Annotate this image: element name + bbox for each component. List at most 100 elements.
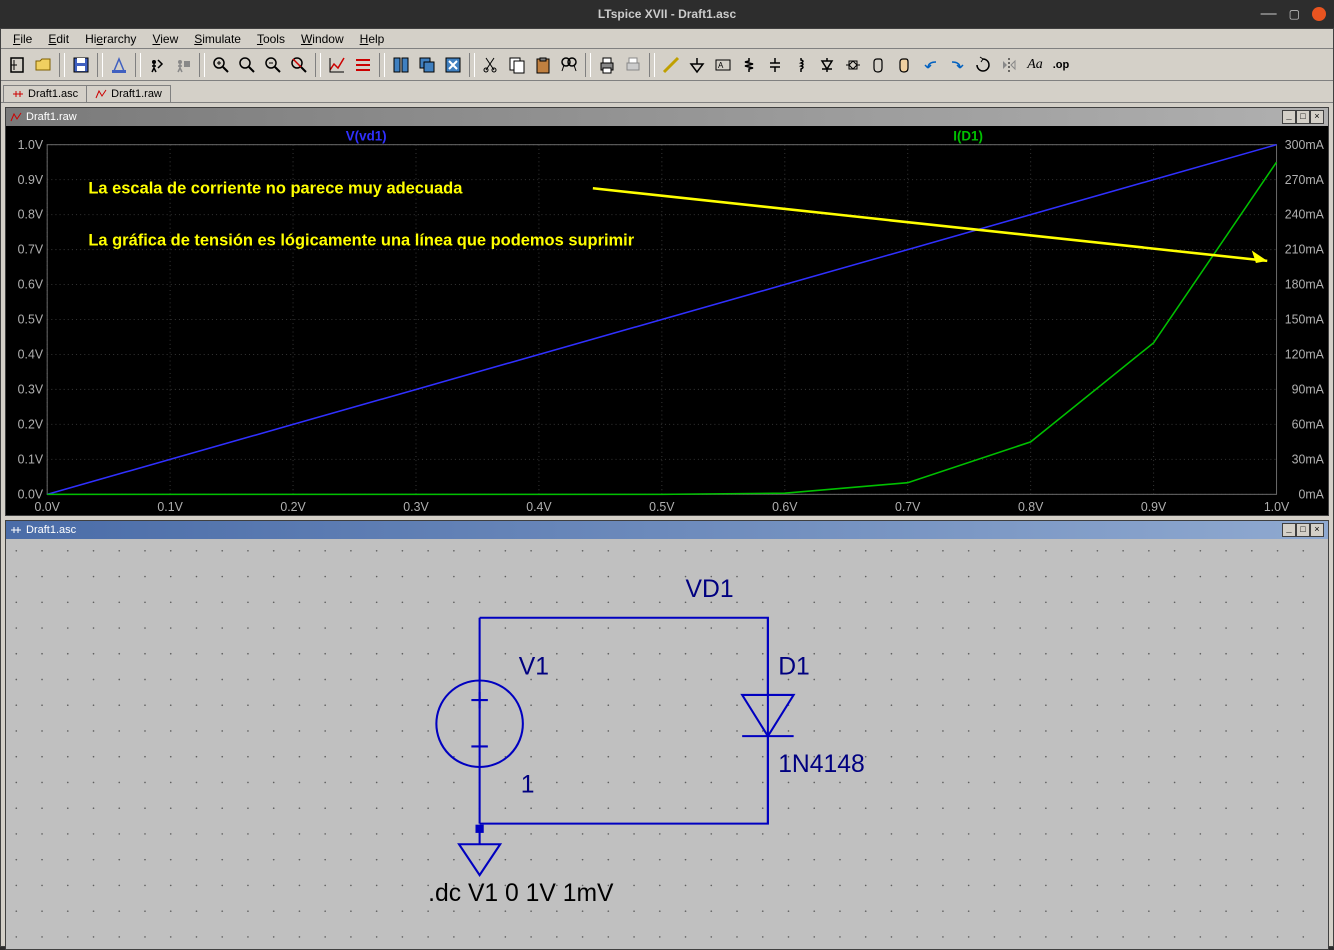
halt-button[interactable] [171, 53, 195, 77]
menu-edit[interactable]: Edit [40, 30, 77, 48]
pane-maximize-button[interactable]: □ [1296, 110, 1310, 124]
new-schematic-button[interactable] [5, 53, 29, 77]
find-button[interactable] [557, 53, 581, 77]
schematic-pane: Draft1.asc _ □ × VD1V11D11N4148.dc V1 0 … [5, 520, 1329, 950]
tab-draft1-raw[interactable]: Draft1.raw [86, 85, 171, 102]
schematic-icon [12, 88, 24, 100]
close-windows-button[interactable] [441, 53, 465, 77]
drag-button[interactable] [893, 53, 917, 77]
svg-text:240mA: 240mA [1285, 208, 1325, 222]
pick-visible-traces-button[interactable] [351, 53, 375, 77]
svg-text:D1: D1 [778, 653, 810, 680]
svg-text:0.0V: 0.0V [18, 487, 44, 501]
svg-text:90mA: 90mA [1292, 383, 1325, 397]
maximize-icon[interactable]: ▢ [1289, 7, 1300, 21]
svg-text:1: 1 [521, 772, 535, 799]
zoom-out-button[interactable] [261, 53, 285, 77]
tile-windows-button[interactable] [389, 53, 413, 77]
close-button[interactable] [1312, 7, 1326, 21]
svg-text:270mA: 270mA [1285, 173, 1325, 187]
print-button[interactable] [595, 53, 619, 77]
cut-button[interactable] [479, 53, 503, 77]
schematic-pane-titlebar[interactable]: Draft1.asc _ □ × [6, 521, 1328, 539]
zoom-in-button[interactable] [209, 53, 233, 77]
svg-text:La gráfica de tensión es lógic: La gráfica de tensión es lógicamente una… [88, 230, 634, 249]
svg-text:1.0V: 1.0V [1264, 500, 1290, 514]
label-net-button[interactable]: A [711, 53, 735, 77]
cascade-windows-button[interactable] [415, 53, 439, 77]
svg-text:A: A [718, 61, 724, 70]
menu-simulate[interactable]: Simulate [186, 30, 249, 48]
svg-text:0.9V: 0.9V [18, 173, 44, 187]
svg-text:La escala de corriente no par: La escala de corriente no parece muy ade… [88, 178, 463, 197]
plot-area[interactable]: 0.0V 0.1V 0.2V 0.3V 0.4V 0.5V 0.6V 0.7V 0.8V 0.9V… [6, 126, 1328, 515]
rotate-button[interactable] [971, 53, 995, 77]
control-panel-button[interactable] [107, 53, 131, 77]
menu-help[interactable]: Help [352, 30, 393, 48]
svg-text:0.6V: 0.6V [772, 500, 798, 514]
schematic-area[interactable]: VD1V11D11N4148.dc V1 0 1V 1mV [6, 539, 1328, 949]
pane-minimize-button[interactable]: _ [1282, 523, 1296, 537]
plot-pane-titlebar[interactable]: Draft1.raw _ □ × [6, 108, 1328, 126]
svg-text:0.0V: 0.0V [34, 500, 60, 514]
tab-draft1-asc[interactable]: Draft1.asc [3, 85, 87, 102]
svg-text:0.7V: 0.7V [18, 243, 44, 257]
svg-text:120mA: 120mA [1285, 348, 1325, 362]
print-setup-button[interactable] [621, 53, 645, 77]
waveform-icon [95, 88, 107, 100]
menubar: File Edit Hierarchy View Simulate Tools … [1, 29, 1333, 49]
place-diode-button[interactable] [815, 53, 839, 77]
svg-text:0.4V: 0.4V [18, 348, 44, 362]
svg-text:0.1V: 0.1V [18, 452, 44, 466]
svg-text:1N4148: 1N4148 [778, 751, 865, 778]
svg-text:0.8V: 0.8V [18, 208, 44, 222]
waveform-icon [10, 111, 22, 123]
window-title: LTspice XVII - Draft1.asc [598, 7, 736, 21]
redo-button[interactable] [945, 53, 969, 77]
draw-wire-button[interactable] [659, 53, 683, 77]
menu-hierarchy[interactable]: Hierarchy [77, 30, 144, 48]
mirror-button[interactable] [997, 53, 1021, 77]
svg-text:0.5V: 0.5V [649, 500, 675, 514]
schematic-pane-title: Draft1.asc [26, 524, 76, 536]
place-inductor-button[interactable] [789, 53, 813, 77]
svg-text:0.7V: 0.7V [895, 500, 921, 514]
zoom-fit-button[interactable] [287, 53, 311, 77]
pane-maximize-button[interactable]: □ [1296, 523, 1310, 537]
svg-text:0.6V: 0.6V [18, 278, 44, 292]
svg-text:0.9V: 0.9V [1141, 500, 1167, 514]
save-button[interactable] [69, 53, 93, 77]
svg-text:0.3V: 0.3V [403, 500, 429, 514]
pane-minimize-button[interactable]: _ [1282, 110, 1296, 124]
place-ground-button[interactable] [685, 53, 709, 77]
svg-text:V(vd1): V(vd1) [346, 128, 387, 143]
tabbar: Draft1.asc Draft1.raw [1, 81, 1333, 103]
menu-tools[interactable]: Tools [249, 30, 293, 48]
pane-close-button[interactable]: × [1310, 523, 1324, 537]
svg-text:0.2V: 0.2V [18, 418, 44, 432]
svg-text:0.4V: 0.4V [526, 500, 552, 514]
minimize-icon[interactable]: — [1261, 5, 1277, 23]
pan-button[interactable] [235, 53, 259, 77]
pane-close-button[interactable]: × [1310, 110, 1324, 124]
svg-text:0.2V: 0.2V [280, 500, 306, 514]
place-component-button[interactable] [841, 53, 865, 77]
svg-text:0.3V: 0.3V [18, 383, 44, 397]
place-text-button[interactable]: Aa [1023, 53, 1047, 77]
menu-file[interactable]: File [5, 30, 40, 48]
spice-directive-button[interactable]: .op [1049, 53, 1073, 77]
menu-window[interactable]: Window [293, 30, 352, 48]
plot-pane-title: Draft1.raw [26, 111, 77, 123]
autorange-button[interactable] [325, 53, 349, 77]
menu-view[interactable]: View [144, 30, 186, 48]
undo-button[interactable] [919, 53, 943, 77]
run-button[interactable] [145, 53, 169, 77]
place-capacitor-button[interactable] [763, 53, 787, 77]
place-resistor-button[interactable] [737, 53, 761, 77]
toolbar: A Aa .op [1, 49, 1333, 81]
open-button[interactable] [31, 53, 55, 77]
svg-text:150mA: 150mA [1285, 313, 1325, 327]
move-button[interactable] [867, 53, 891, 77]
copy-button[interactable] [505, 53, 529, 77]
paste-button[interactable] [531, 53, 555, 77]
